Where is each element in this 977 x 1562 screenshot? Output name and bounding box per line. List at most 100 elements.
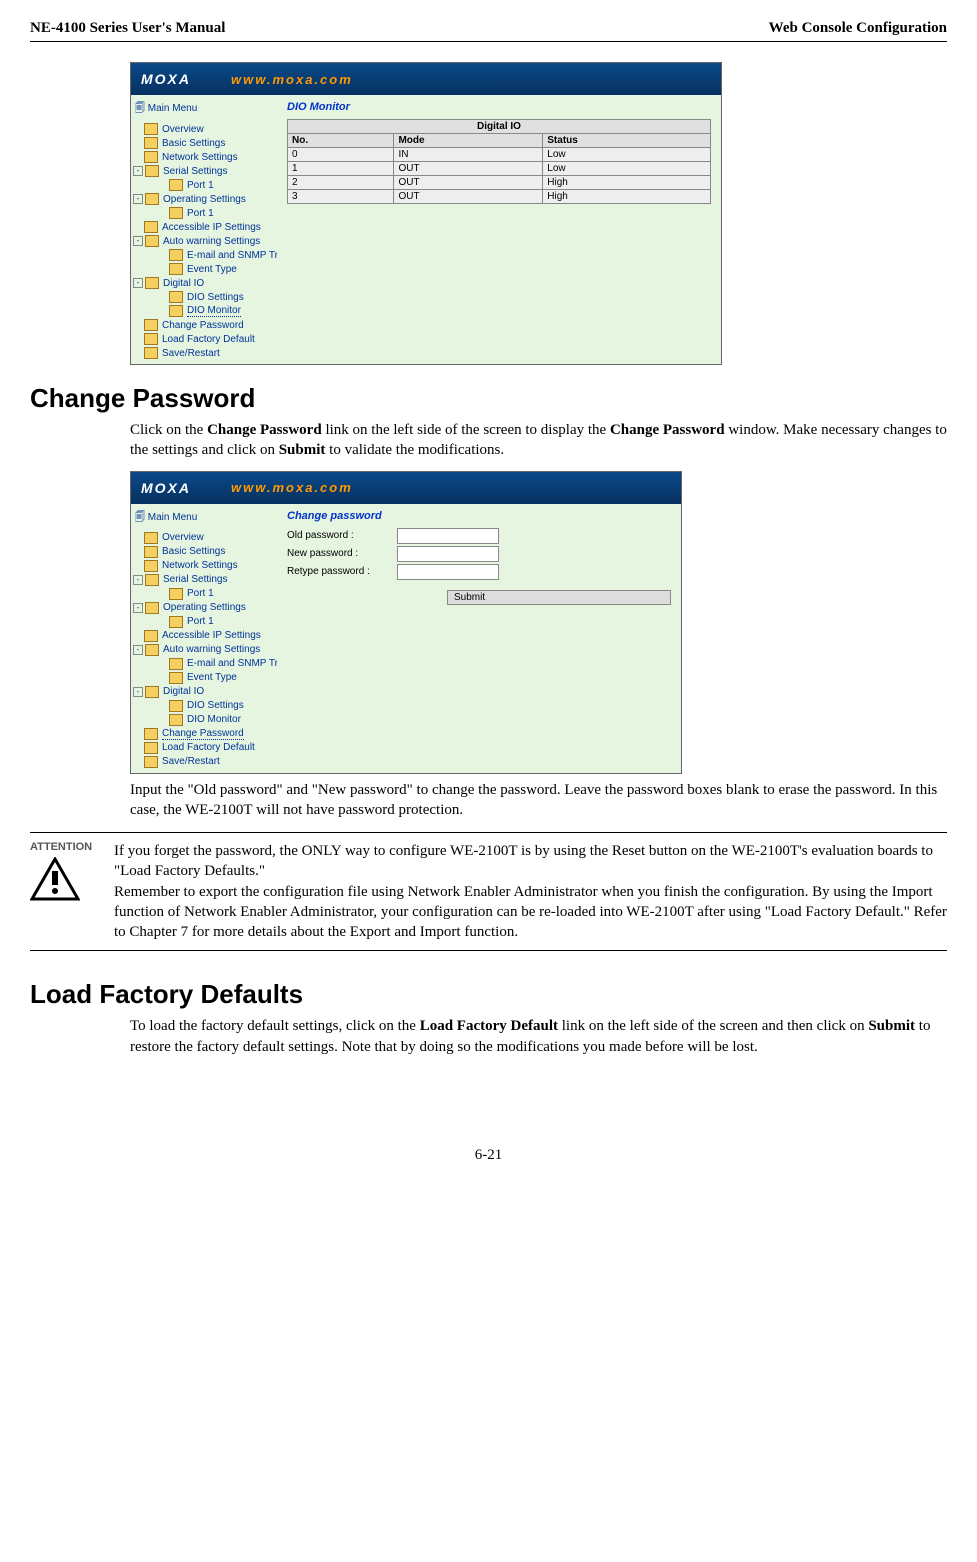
nav-item[interactable]: DIO Monitor <box>133 713 275 727</box>
screenshot-change-password: MOXA www.moxa.com 🗐 Main Menu OverviewBa… <box>130 471 682 774</box>
nav-item[interactable]: Save/Restart <box>133 755 275 769</box>
folder-icon <box>145 686 159 698</box>
nav-title-2: 🗐 Main Menu <box>133 508 275 531</box>
table-cell: Low <box>543 148 711 162</box>
table-cell: OUT <box>394 190 543 204</box>
nav-item[interactable]: DIO Settings <box>133 699 275 713</box>
attention-line2: Remember to export the configuration fil… <box>114 882 947 943</box>
page-number: 6-21 <box>30 1147 947 1164</box>
folder-icon <box>169 700 183 712</box>
folder-icon <box>169 714 183 726</box>
folder-icon <box>169 249 183 261</box>
nav-item[interactable]: Event Type <box>133 671 275 685</box>
folder-icon <box>145 644 159 656</box>
input-new-password[interactable] <box>397 546 499 562</box>
folder-icon <box>169 263 183 275</box>
table-cell: High <box>543 176 711 190</box>
nav-label: Change Password <box>162 728 244 740</box>
folder-icon <box>169 616 183 628</box>
table-cell: OUT <box>394 176 543 190</box>
nav-tree-2: 🗐 Main Menu OverviewBasic SettingsNetwor… <box>131 504 277 773</box>
folder-icon <box>144 221 158 233</box>
nav-item[interactable]: -Auto warning Settings <box>133 643 275 657</box>
nav-item[interactable]: DIO Monitor <box>133 304 275 318</box>
nav-item[interactable]: -Serial Settings <box>133 573 275 587</box>
folder-icon <box>169 207 183 219</box>
dio-table: Digital IO No. Mode Status 0INLow1OUTLow… <box>287 119 711 204</box>
moxa-logo-2: MOXA <box>141 480 191 496</box>
folder-icon <box>144 560 158 572</box>
nav-item[interactable]: Basic Settings <box>133 136 275 150</box>
nav-label: Auto warning Settings <box>163 644 260 655</box>
nav-item[interactable]: Accessible IP Settings <box>133 629 275 643</box>
nav-item[interactable]: -Digital IO <box>133 276 275 290</box>
nav-item[interactable]: Overview <box>133 531 275 545</box>
nav-item[interactable]: Port 1 <box>133 206 275 220</box>
table-row: 1OUTLow <box>288 162 711 176</box>
submit-button[interactable]: Submit <box>447 590 671 605</box>
nav-item[interactable]: E-mail and SNMP Trap <box>133 657 275 671</box>
input-old-password[interactable] <box>397 528 499 544</box>
nav-item[interactable]: Network Settings <box>133 559 275 573</box>
nav-item[interactable]: Overview <box>133 122 275 136</box>
folder-icon <box>144 742 158 754</box>
input-retype-password[interactable] <box>397 564 499 580</box>
folder-icon <box>145 235 159 247</box>
nav-item[interactable]: Port 1 <box>133 615 275 629</box>
nav-item[interactable]: -Operating Settings <box>133 601 275 615</box>
table-row: 0INLow <box>288 148 711 162</box>
nav-label: Port 1 <box>187 208 214 219</box>
nav-label: Save/Restart <box>162 348 220 359</box>
nav-item[interactable]: E-mail and SNMP Trap <box>133 248 275 262</box>
nav-item[interactable]: Change Password <box>133 318 275 332</box>
nav-item[interactable]: -Auto warning Settings <box>133 234 275 248</box>
nav-item[interactable]: Load Factory Default <box>133 332 275 346</box>
nav-item[interactable]: DIO Settings <box>133 290 275 304</box>
content-col-2: Change password Old password : New passw… <box>277 504 681 773</box>
nav-item[interactable]: Port 1 <box>133 587 275 601</box>
label-retype-password: Retype password : <box>287 566 397 577</box>
moxa-banner: MOXA www.moxa.com <box>131 63 721 95</box>
folder-icon <box>144 319 158 331</box>
header-right: Web Console Configuration <box>769 20 947 37</box>
nav-item[interactable]: Accessible IP Settings <box>133 220 275 234</box>
nav-label: DIO Monitor <box>187 305 241 317</box>
screenshot-dio-monitor: MOXA www.moxa.com 🗐 Main Menu OverviewBa… <box>130 62 722 365</box>
table-row: 3OUTHigh <box>288 190 711 204</box>
nav-label: Digital IO <box>163 278 204 289</box>
nav-label: Basic Settings <box>162 138 225 149</box>
nav-item[interactable]: Basic Settings <box>133 545 275 559</box>
nav-label: Load Factory Default <box>162 334 255 345</box>
nav-tree-1: 🗐 Main Menu OverviewBasic SettingsNetwor… <box>131 95 277 364</box>
nav-label: DIO Settings <box>187 292 244 303</box>
dio-caption: Digital IO <box>288 120 711 134</box>
nav-label: Port 1 <box>187 616 214 627</box>
nav-item[interactable]: -Serial Settings <box>133 164 275 178</box>
nav-item[interactable]: -Digital IO <box>133 685 275 699</box>
nav-item[interactable]: Change Password <box>133 727 275 741</box>
folder-icon <box>144 756 158 768</box>
folder-icon <box>144 532 158 544</box>
nav-label: Serial Settings <box>163 166 227 177</box>
label-old-password: Old password : <box>287 530 397 541</box>
table-cell: 2 <box>288 176 394 190</box>
attention-label: ATTENTION <box>30 841 110 853</box>
table-cell: High <box>543 190 711 204</box>
nav-item[interactable]: -Operating Settings <box>133 192 275 206</box>
nav-item[interactable]: Save/Restart <box>133 346 275 360</box>
nav-label: Accessible IP Settings <box>162 222 261 233</box>
nav-label: Operating Settings <box>163 602 246 613</box>
folder-icon <box>144 333 158 345</box>
nav-item[interactable]: Network Settings <box>133 150 275 164</box>
folder-icon <box>145 602 159 614</box>
nav-label: Accessible IP Settings <box>162 630 261 641</box>
nav-item[interactable]: Port 1 <box>133 178 275 192</box>
table-cell: 3 <box>288 190 394 204</box>
nav-label: E-mail and SNMP Trap <box>187 658 289 669</box>
folder-icon <box>169 588 183 600</box>
row-old-password: Old password : <box>287 528 671 544</box>
nav-item[interactable]: Event Type <box>133 262 275 276</box>
nav-item[interactable]: Load Factory Default <box>133 741 275 755</box>
folder-icon <box>144 347 158 359</box>
table-cell: 1 <box>288 162 394 176</box>
